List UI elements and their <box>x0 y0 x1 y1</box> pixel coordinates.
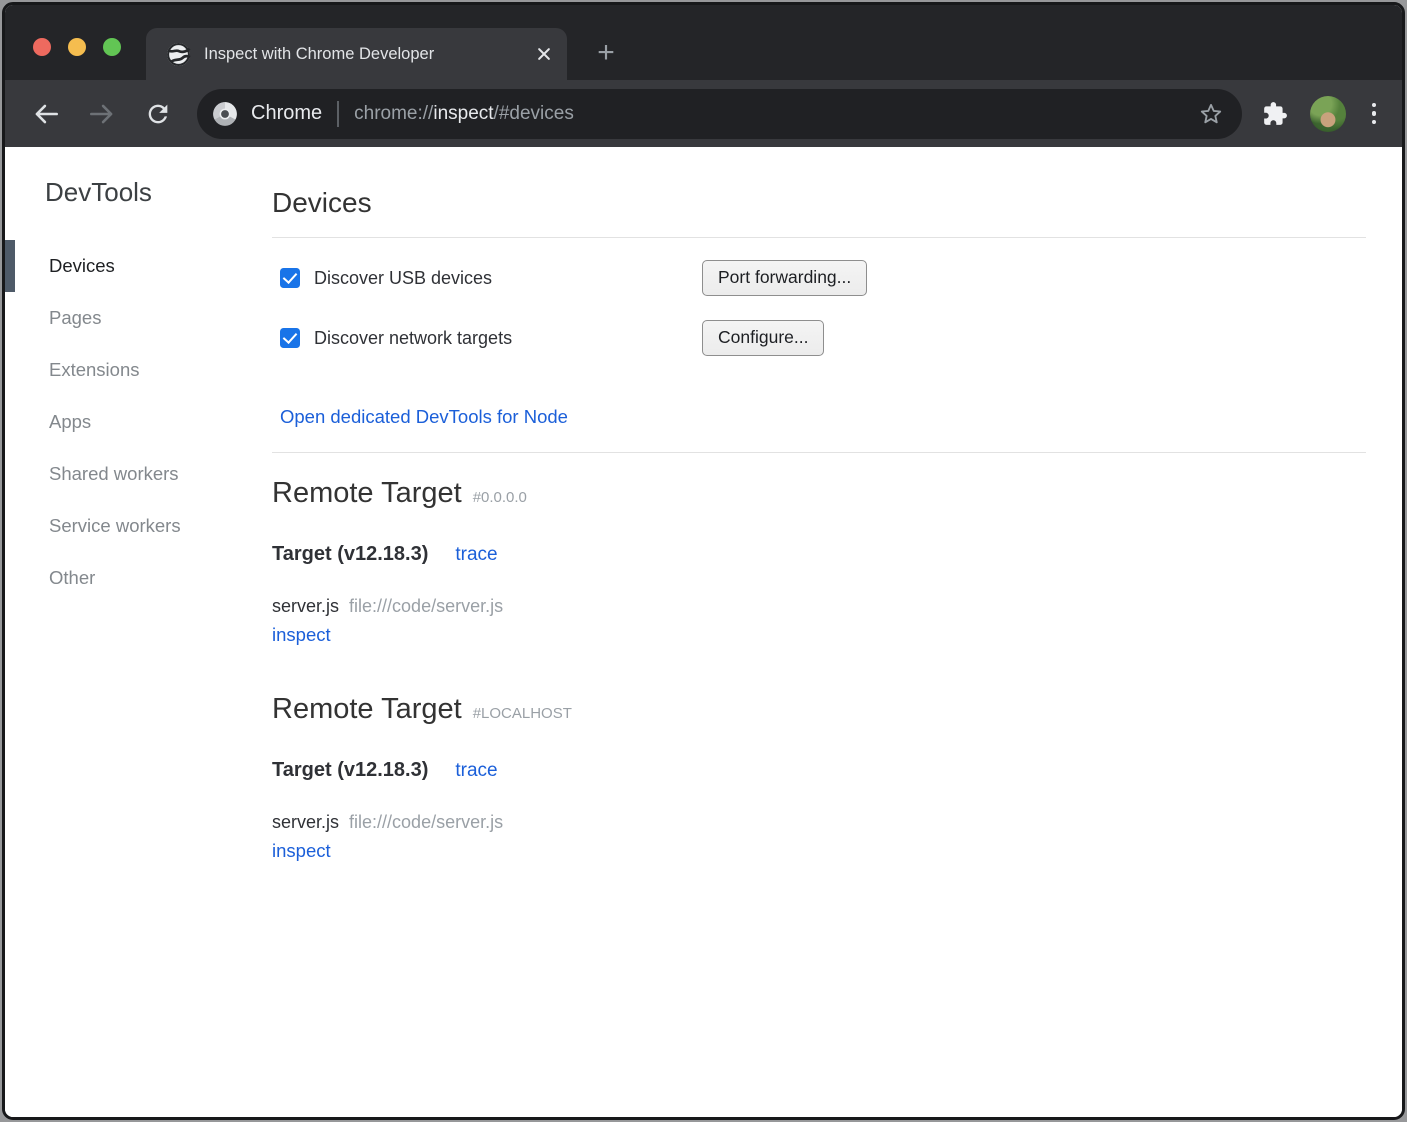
sidebar-nav: Devices Pages Extensions Apps Shared wor… <box>5 240 272 604</box>
devtools-sidebar: DevTools Devices Pages Extensions Apps S… <box>5 147 272 1117</box>
close-window-button[interactable] <box>33 38 51 56</box>
fullscreen-window-button[interactable] <box>103 38 121 56</box>
sidebar-item-shared-workers[interactable]: Shared workers <box>5 448 272 500</box>
tab-close-icon[interactable] <box>535 45 553 63</box>
devices-panel: Devices Discover USB devices Port forwar… <box>272 147 1402 1117</box>
discover-network-checkbox[interactable] <box>280 328 300 348</box>
browser-tab[interactable]: Inspect with Chrome Developer <box>146 28 567 80</box>
page-title: Devices <box>272 185 1366 221</box>
node-devtools-link[interactable]: Open dedicated DevTools for Node <box>280 406 568 428</box>
sidebar-item-label: Shared workers <box>49 463 179 485</box>
chrome-logo-icon <box>212 101 238 127</box>
trace-link[interactable]: trace <box>455 760 497 782</box>
file-row: server.js file:///code/server.js <box>272 594 1366 618</box>
url-suffix: /#devices <box>494 103 574 124</box>
browser-menu-icon[interactable] <box>1364 97 1384 131</box>
port-forwarding-button[interactable]: Port forwarding... <box>702 260 867 296</box>
minimize-window-button[interactable] <box>68 38 86 56</box>
inspect-row: inspect <box>272 839 1366 863</box>
sidebar-item-extensions[interactable]: Extensions <box>5 344 272 396</box>
profile-avatar[interactable] <box>1310 96 1346 132</box>
remote-target-hash: #LOCALHOST <box>473 705 572 722</box>
url-highlight: inspect <box>433 103 493 124</box>
site-label: Chrome <box>251 102 322 125</box>
remote-target-section: Remote Target #LOCALHOST Target (v12.18.… <box>272 691 1366 863</box>
trace-link[interactable]: trace <box>455 544 497 566</box>
file-name: server.js <box>272 812 339 832</box>
sidebar-item-service-workers[interactable]: Service workers <box>5 500 272 552</box>
section-head: Remote Target #LOCALHOST <box>272 691 1366 727</box>
window-controls <box>33 38 121 56</box>
page-content: DevTools Devices Pages Extensions Apps S… <box>5 147 1402 1117</box>
checkbox-label: Discover network targets <box>314 328 512 349</box>
section-head: Remote Target #0.0.0.0 <box>272 475 1366 511</box>
file-row: server.js file:///code/server.js <box>272 810 1366 834</box>
forward-button[interactable] <box>85 97 119 131</box>
extensions-icon[interactable] <box>1262 101 1288 127</box>
sidebar-item-label: Apps <box>49 411 91 433</box>
file-path: file:///code/server.js <box>349 596 503 616</box>
sidebar-title: DevTools <box>45 177 272 207</box>
target-row: Target (v12.18.3) trace <box>272 543 1366 566</box>
title-bar: Inspect with Chrome Developer + <box>5 5 1402 80</box>
sidebar-item-label: Devices <box>49 255 115 277</box>
address-bar[interactable]: Chrome chrome://inspect/#devices <box>197 89 1242 139</box>
sidebar-item-devices[interactable]: Devices <box>5 240 272 292</box>
globe-favicon-icon <box>166 42 191 67</box>
target-row: Target (v12.18.3) trace <box>272 759 1366 782</box>
reload-button[interactable] <box>141 97 175 131</box>
tab-title: Inspect with Chrome Developer <box>204 45 535 64</box>
target-name: Target (v12.18.3) <box>272 759 428 782</box>
divider <box>272 452 1366 453</box>
inspect-link[interactable]: inspect <box>272 624 331 645</box>
sidebar-item-other[interactable]: Other <box>5 552 272 604</box>
sidebar-item-label: Extensions <box>49 359 140 381</box>
sidebar-item-label: Pages <box>49 307 101 329</box>
remote-target-section: Remote Target #0.0.0.0 Target (v12.18.3)… <box>272 475 1366 647</box>
sidebar-item-label: Other <box>49 567 95 589</box>
selected-indicator <box>5 240 15 292</box>
new-tab-button[interactable]: + <box>588 35 624 71</box>
option-label: Discover network targets <box>272 328 702 349</box>
omnibox-divider <box>337 101 339 127</box>
inspect-link[interactable]: inspect <box>272 840 331 861</box>
discover-usb-checkbox[interactable] <box>280 268 300 288</box>
url-text: chrome://inspect/#devices <box>354 103 1186 125</box>
browser-window: Inspect with Chrome Developer + <box>2 2 1405 1120</box>
file-path: file:///code/server.js <box>349 812 503 832</box>
remote-target-title: Remote Target <box>272 475 462 511</box>
remote-target-title: Remote Target <box>272 691 462 727</box>
sidebar-item-apps[interactable]: Apps <box>5 396 272 448</box>
bookmark-star-icon[interactable] <box>1198 101 1224 127</box>
option-row: Discover USB devices Port forwarding... <box>272 260 1366 296</box>
checkbox-label: Discover USB devices <box>314 268 492 289</box>
configure-button[interactable]: Configure... <box>702 320 824 356</box>
target-name: Target (v12.18.3) <box>272 543 428 566</box>
option-label: Discover USB devices <box>272 268 702 289</box>
back-button[interactable] <box>29 97 63 131</box>
option-row: Discover network targets Configure... <box>272 320 1366 356</box>
sidebar-item-label: Service workers <box>49 515 181 537</box>
discovery-options: Discover USB devices Port forwarding... … <box>272 238 1366 356</box>
browser-toolbar: Chrome chrome://inspect/#devices <box>5 80 1402 147</box>
sidebar-item-pages[interactable]: Pages <box>5 292 272 344</box>
file-name: server.js <box>272 596 339 616</box>
url-prefix: chrome:// <box>354 103 433 124</box>
remote-target-hash: #0.0.0.0 <box>473 489 527 506</box>
inspect-row: inspect <box>272 623 1366 647</box>
